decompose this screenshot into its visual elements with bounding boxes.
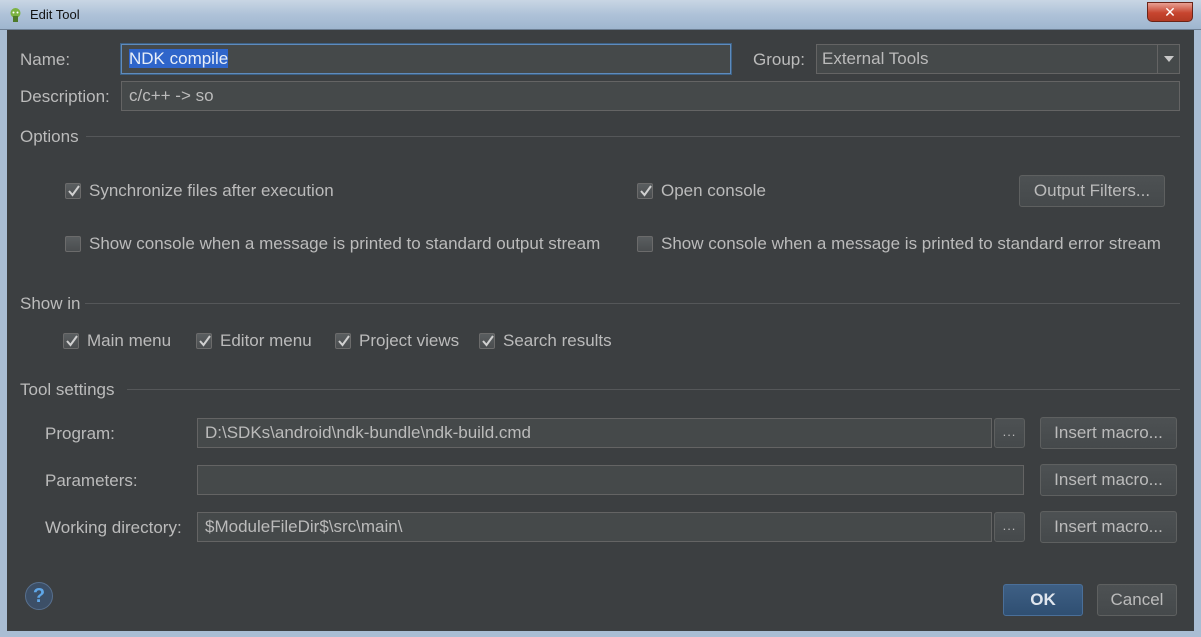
parameters-label: Parameters:: [45, 471, 138, 490]
name-label: Name:: [20, 50, 71, 69]
checkbox-box[interactable]: [196, 333, 212, 349]
show-console-stderr-label: Show console when a message is printed t…: [661, 234, 1161, 253]
checkmark-icon: [640, 185, 652, 197]
show-in-separator: [85, 303, 1180, 304]
checkbox-box[interactable]: [65, 183, 81, 199]
show-in-editor-menu-checkbox[interactable]: Editor menu: [196, 331, 312, 351]
checkmark-icon: [338, 335, 350, 347]
parameters-insert-macro-button[interactable]: Insert macro...: [1040, 464, 1177, 496]
checkbox-box[interactable]: [479, 333, 495, 349]
program-insert-macro-button[interactable]: Insert macro...: [1040, 417, 1177, 449]
dialog-content: Name: NDK compile Group: External Tools …: [7, 30, 1194, 631]
show-in-search-results-label: Search results: [503, 331, 612, 350]
show-in-project-views-label: Project views: [359, 331, 460, 350]
tool-settings-separator: [127, 389, 1180, 390]
checkmark-icon: [482, 335, 494, 347]
name-input[interactable]: NDK compile: [121, 44, 731, 74]
program-browse-button[interactable]: ...: [994, 418, 1025, 448]
cancel-button[interactable]: Cancel: [1097, 584, 1177, 616]
working-directory-input[interactable]: $ModuleFileDir$\src\main\: [197, 512, 992, 542]
open-console-checkbox[interactable]: Open console: [637, 181, 766, 201]
checkmark-icon: [68, 185, 80, 197]
help-icon[interactable]: ?: [25, 582, 53, 610]
options-section-title: Options: [20, 127, 79, 146]
working-directory-browse-button[interactable]: ...: [994, 512, 1025, 542]
description-input[interactable]: c/c++ -> so: [121, 81, 1180, 111]
show-in-main-menu-label: Main menu: [87, 331, 172, 350]
checkbox-box[interactable]: [335, 333, 351, 349]
group-select[interactable]: External Tools: [816, 44, 1180, 74]
working-directory-label: Working directory:: [45, 518, 182, 537]
show-in-section-title: Show in: [20, 294, 81, 313]
program-input[interactable]: D:\SDKs\android\ndk-bundle\ndk-build.cmd: [197, 418, 992, 448]
show-in-search-results-checkbox[interactable]: Search results: [479, 331, 612, 351]
sync-files-label: Synchronize files after execution: [89, 181, 334, 200]
checkbox-box[interactable]: [63, 333, 79, 349]
sync-files-checkbox[interactable]: Synchronize files after execution: [65, 181, 334, 201]
show-console-stdout-checkbox[interactable]: Show console when a message is printed t…: [65, 234, 600, 254]
show-console-stderr-checkbox[interactable]: Show console when a message is printed t…: [637, 234, 1161, 254]
group-value: External Tools: [822, 49, 929, 68]
tool-settings-section-title: Tool settings: [20, 380, 115, 399]
name-value: NDK compile: [129, 49, 229, 68]
ok-button[interactable]: OK: [1003, 584, 1083, 616]
options-separator: [86, 136, 1180, 137]
checkbox-box[interactable]: [637, 236, 653, 252]
show-in-editor-menu-label: Editor menu: [220, 331, 312, 350]
parameters-input[interactable]: [197, 465, 1024, 495]
show-in-project-views-checkbox[interactable]: Project views: [335, 331, 459, 351]
checkmark-icon: [66, 335, 78, 347]
chevron-down-icon[interactable]: [1157, 45, 1179, 73]
checkbox-box[interactable]: [637, 183, 653, 199]
window-frame-bottom: [0, 631, 1201, 637]
window-title: Edit Tool: [30, 7, 80, 22]
working-directory-insert-macro-button[interactable]: Insert macro...: [1040, 511, 1177, 543]
program-label: Program:: [45, 424, 115, 443]
checkmark-icon: [199, 335, 211, 347]
window-frame-right: [1194, 30, 1201, 637]
output-filters-button[interactable]: Output Filters...: [1019, 175, 1165, 207]
group-label: Group:: [753, 50, 805, 69]
open-console-label: Open console: [661, 181, 766, 200]
show-console-stdout-label: Show console when a message is printed t…: [89, 234, 601, 253]
android-studio-icon: [10, 8, 21, 22]
window-close-button[interactable]: ✕: [1147, 2, 1193, 22]
window-title-bar[interactable]: Edit Tool ✕: [0, 0, 1201, 30]
checkbox-box[interactable]: [65, 236, 81, 252]
window-frame-left: [0, 30, 7, 637]
show-in-main-menu-checkbox[interactable]: Main menu: [63, 331, 171, 351]
description-label: Description:: [20, 87, 110, 106]
